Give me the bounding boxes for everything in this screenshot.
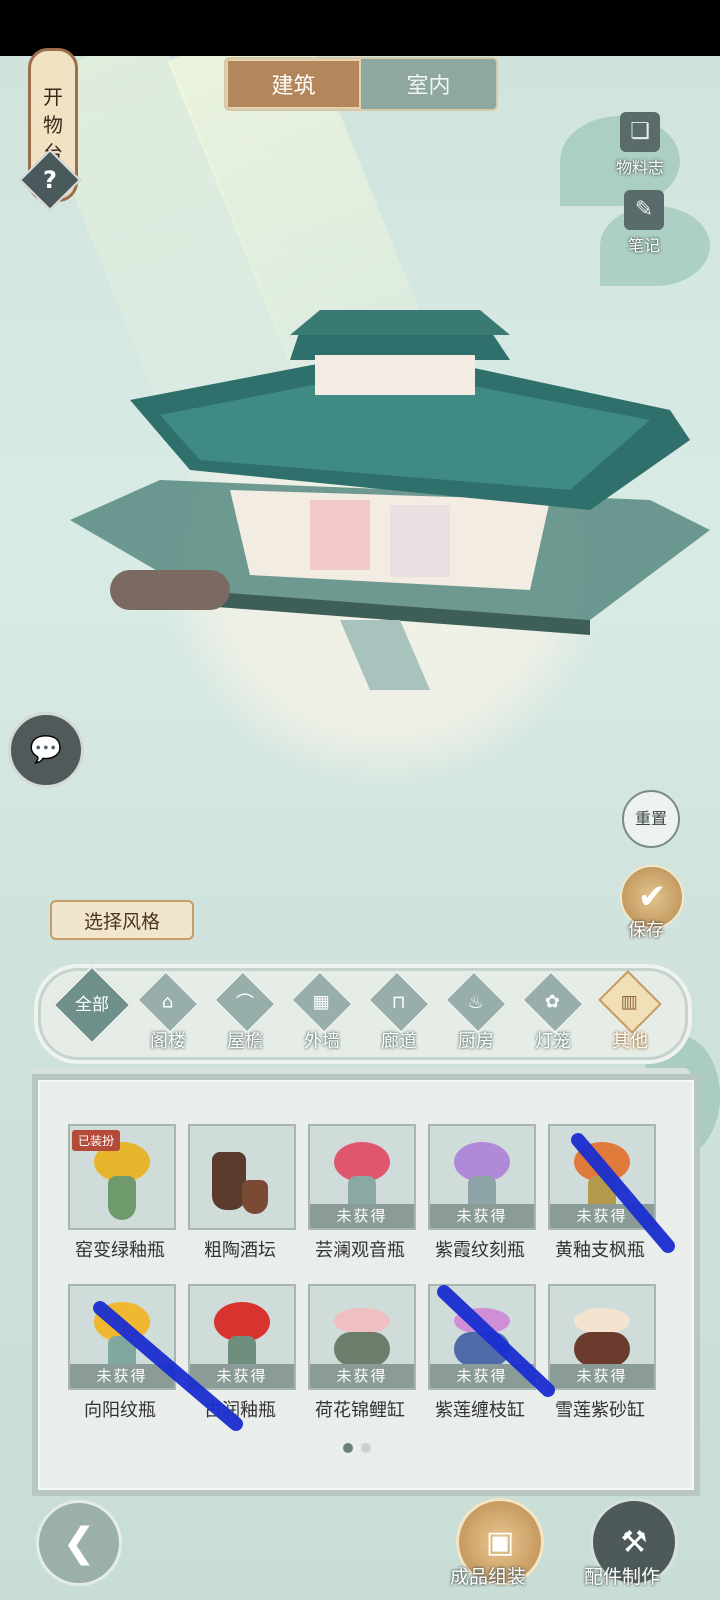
kitchen-icon: ♨ [444,970,508,1034]
save-label: 保存 [628,920,664,941]
item-bloom [334,1308,390,1334]
chat-button[interactable]: 💬 [8,712,84,788]
back-button[interactable]: ❮ [36,1500,122,1586]
equipped-badge: 已装扮 [72,1130,121,1151]
item-thumbnail: 未获得 [188,1284,296,1390]
category-wall[interactable]: ▦ 外墙 [285,970,359,1053]
select-style-button[interactable]: 选择风格 [50,900,194,940]
pavilion-building [70,310,710,690]
item-card[interactable]: 未获得 紫莲缠枝缸 [428,1284,536,1434]
chat-icon: 💬 [29,735,63,765]
not-obtained-label: 未获得 [430,1204,534,1228]
craft-label: 配件制作 [584,1566,661,1588]
category-other[interactable]: ▥ 其他 [593,970,667,1053]
assemble-label: 成品组装 [450,1566,527,1588]
tab-interior[interactable]: 室内 [361,59,496,109]
item-card[interactable]: 未获得 荷花锦鲤缸 [308,1284,416,1434]
item-card[interactable]: 未获得 向阳纹瓶 [68,1284,176,1434]
materials-log-button[interactable]: ❏ 物料志 [616,112,664,178]
item-thumbnail [188,1124,296,1230]
check-icon: ✔ [637,877,667,917]
item-card[interactable]: 未获得 雪莲紫砂缸 [548,1284,656,1434]
item-card[interactable]: 粗陶酒坛 [188,1124,296,1274]
item-name: 窑变绿釉瓶 [75,1240,165,1261]
not-obtained-label: 未获得 [310,1204,414,1228]
item-thumbnail: 已装扮 [68,1124,176,1230]
tab-building[interactable]: 建筑 [226,59,361,109]
not-obtained-label: 未获得 [190,1364,294,1388]
item-name: 紫莲缠枝缸 [435,1400,525,1421]
item-card[interactable]: 已装扮 窑变绿釉瓶 [68,1124,176,1274]
page-dot-2[interactable] [361,1443,371,1453]
corridor-icon: ⊓ [367,970,431,1034]
other-icon: ▥ [598,970,662,1034]
top-tabs: 建筑 室内 [224,57,498,111]
not-obtained-label: 未获得 [430,1364,534,1388]
item-thumbnail: 未获得 [548,1124,656,1230]
lantern-char-2: 物 [43,113,63,137]
eaves-icon: ⌒ [213,970,277,1034]
category-attic[interactable]: ⌂ 阁楼 [131,970,205,1053]
item-name: 芸澜观音瓶 [315,1240,405,1261]
boxes-icon: ▣ [485,1524,515,1560]
vase-icon [108,1176,136,1220]
category-eaves[interactable]: ⌒ 屋檐 [208,970,282,1053]
item-thumbnail: 未获得 [68,1284,176,1390]
item-name: 古润釉瓶 [204,1400,276,1421]
attic-icon: ⌂ [136,970,200,1034]
category-kitchen[interactable]: ♨ 厨房 [439,970,513,1053]
lantern-char-1: 开 [43,85,63,109]
category-corridor[interactable]: ⊓ 廊道 [362,970,436,1053]
jar-icon [242,1180,268,1214]
item-thumbnail: 未获得 [308,1124,416,1230]
not-obtained-label: 未获得 [550,1364,654,1388]
all-icon: 全部 [52,965,132,1045]
anvil-icon: ⚒ [620,1524,648,1560]
basin-icon [334,1332,390,1366]
select-style-label: 选择风格 [83,910,160,933]
status-bar [0,0,720,56]
item-card[interactable]: 未获得 芸澜观音瓶 [308,1124,416,1274]
item-thumbnail: 未获得 [308,1284,416,1390]
lantern-icon: ✿ [521,970,585,1034]
reset-label: 重置 [634,809,667,828]
wall-icon: ▦ [290,970,354,1034]
back-arrow-icon: ❮ [62,1520,96,1566]
item-card[interactable]: 未获得 古润釉瓶 [188,1284,296,1434]
basin-icon [574,1332,630,1366]
notes-label: 笔记 [627,236,660,255]
pagination-dots [343,1443,371,1453]
item-name: 雪莲紫砂缸 [555,1400,645,1421]
reset-button[interactable]: 重置 [622,790,680,848]
item-name: 黄釉支枫瓶 [555,1240,645,1261]
notes-button[interactable]: ✎ 笔记 [624,190,664,256]
item-thumbnail: 未获得 [548,1284,656,1390]
basin-icon [454,1332,510,1366]
not-obtained-label: 未获得 [550,1204,654,1228]
item-name: 紫霞纹刻瓶 [435,1240,525,1261]
jar-icon [212,1152,246,1210]
category-lantern[interactable]: ✿ 灯笼 [516,970,590,1053]
item-thumbnail: 未获得 [428,1284,536,1390]
item-name: 荷花锦鲤缸 [315,1400,405,1421]
item-name: 粗陶酒坛 [204,1240,276,1261]
item-bloom [454,1308,510,1334]
category-all[interactable]: 全部 [52,965,132,1053]
item-card[interactable]: 未获得 黄釉支枫瓶 [548,1124,656,1274]
question-icon: ? [43,166,57,194]
book-icon: ❏ [620,112,660,152]
notebook-icon: ✎ [624,190,664,230]
item-bloom [574,1308,630,1334]
not-obtained-label: 未获得 [310,1364,414,1388]
category-bar: 全部 ⌂ 阁楼 ⌒ 屋檐 ▦ 外墙 ⊓ 廊道 ♨ 厨房 ✿ 灯笼 ▥ 其他 [38,965,688,1060]
not-obtained-label: 未获得 [70,1364,174,1388]
item-thumbnail: 未获得 [428,1124,536,1230]
item-card[interactable]: 未获得 紫霞纹刻瓶 [428,1124,536,1274]
item-name: 向阳纹瓶 [84,1400,156,1421]
page-dot-1[interactable] [343,1443,353,1453]
materials-log-label: 物料志 [616,158,665,177]
